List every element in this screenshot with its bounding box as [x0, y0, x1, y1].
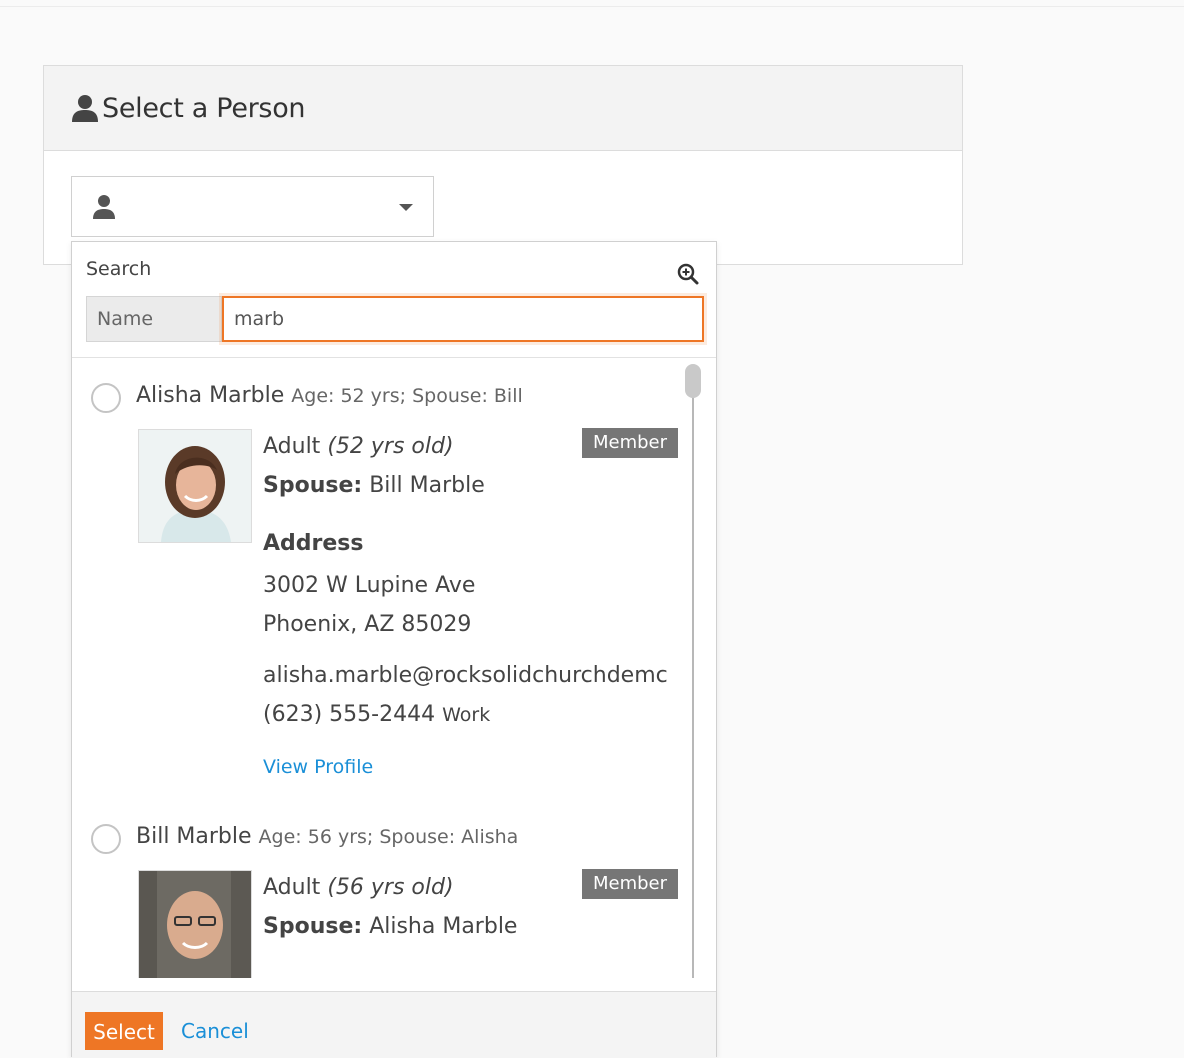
age-line: Adult (52 yrs old): [263, 434, 454, 459]
person-picker-toggle[interactable]: [71, 176, 434, 237]
role: Adult: [263, 875, 321, 900]
spouse-line: Spouse: Alisha Marble: [263, 914, 517, 939]
spouse-name: Bill Marble: [369, 473, 485, 498]
caret-down-icon: [399, 204, 413, 211]
result-name-line[interactable]: Alisha Marble Age: 52 yrs; Spouse: Bill: [136, 383, 523, 408]
zoom-in-icon[interactable]: [676, 262, 700, 286]
address-heading: Address: [263, 531, 364, 556]
person-photo: [138, 429, 252, 543]
address-line-1: 3002 W Lupine Ave: [263, 573, 476, 598]
result-radio[interactable]: [91, 383, 121, 413]
result-name: Bill Marble: [136, 824, 252, 849]
member-badge: Member: [582, 428, 678, 458]
result-meta: Age: 56 yrs; Spouse: Alisha: [258, 826, 519, 848]
age-text: (52 yrs old): [327, 434, 454, 459]
spouse-label: Spouse:: [263, 914, 363, 939]
results-list[interactable]: Alisha Marble Age: 52 yrs; Spouse: Bill …: [72, 358, 716, 978]
person-picker-dropdown: Search Name Alisha Marble Age: 52 yrs; S…: [71, 241, 717, 1058]
cancel-button[interactable]: Cancel: [181, 1012, 249, 1050]
phone-line: (623) 555-2444 Work: [263, 702, 490, 727]
name-search-input[interactable]: [222, 296, 704, 342]
age-line: Adult (56 yrs old): [263, 875, 454, 900]
member-badge: Member: [582, 869, 678, 899]
dropdown-footer: Select Cancel: [72, 991, 716, 1058]
select-button[interactable]: Select: [85, 1012, 163, 1050]
spouse-line: Spouse: Bill Marble: [263, 473, 485, 498]
phone-number: (623) 555-2444: [263, 702, 436, 727]
name-field-addon: Name: [86, 296, 222, 342]
result-radio[interactable]: [91, 824, 121, 854]
scrollbar-track[interactable]: [692, 368, 694, 978]
spouse-name: Alisha Marble: [369, 914, 518, 939]
result-meta: Age: 52 yrs; Spouse: Bill: [291, 385, 523, 407]
age-text: (56 yrs old): [327, 875, 454, 900]
person-icon: [92, 194, 116, 220]
address-line-2: Phoenix, AZ 85029: [263, 612, 472, 637]
result-name-line[interactable]: Bill Marble Age: 56 yrs; Spouse: Alisha: [136, 824, 518, 849]
phone-type: Work: [442, 704, 491, 726]
spouse-label: Spouse:: [263, 473, 363, 498]
email: alisha.marble@rocksolidchurchdemc: [263, 663, 668, 688]
view-profile-link[interactable]: View Profile: [263, 756, 373, 778]
person-photo: [138, 870, 252, 978]
panel-title: Select a Person: [102, 92, 306, 124]
role: Adult: [263, 434, 321, 459]
panel-header: Select a Person: [44, 66, 962, 151]
scrollbar-thumb[interactable]: [685, 364, 701, 398]
result-name: Alisha Marble: [136, 383, 285, 408]
top-divider: [0, 6, 1184, 7]
user-icon: [70, 92, 100, 124]
search-label: Search: [86, 258, 152, 280]
